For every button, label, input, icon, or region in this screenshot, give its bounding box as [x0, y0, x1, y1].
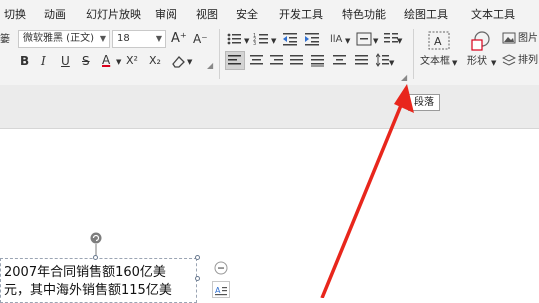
- chevron-down-icon[interactable]: ▼: [397, 33, 402, 49]
- picture-button[interactable]: 图片: [518, 31, 538, 47]
- menu-review[interactable]: 审阅: [155, 6, 177, 22]
- font-size-select[interactable]: 18 ▼: [112, 30, 166, 48]
- shape-button[interactable]: 形状: [467, 54, 487, 70]
- menu-bar: 切换 动画 幻灯片放映 审阅 视图 安全 开发工具 特色功能 绘图工具 文本工具: [0, 0, 539, 28]
- group-divider: [219, 29, 220, 79]
- resize-handle[interactable]: [93, 255, 98, 260]
- font-name-select[interactable]: 微软雅黑 (正文) ▼: [18, 30, 110, 48]
- collapse-icon[interactable]: [214, 261, 228, 275]
- menu-slideshow[interactable]: 幻灯片放映: [86, 6, 141, 22]
- underline-button[interactable]: U: [61, 53, 70, 69]
- distributed-align-icon[interactable]: [311, 54, 325, 67]
- menu-developer[interactable]: 开发工具: [279, 6, 323, 22]
- arrange-icon[interactable]: [502, 54, 516, 67]
- text-direction-icon[interactable]: llA: [329, 31, 345, 47]
- bullet-list-icon[interactable]: [226, 32, 244, 46]
- textbox-icon[interactable]: A: [428, 31, 450, 51]
- svg-text:3: 3: [253, 41, 256, 46]
- textbox-button[interactable]: 文本框: [420, 54, 450, 70]
- chevron-down-icon[interactable]: ▼: [345, 33, 350, 49]
- justify-icon[interactable]: [290, 54, 304, 67]
- grow-font-button[interactable]: A⁺: [171, 31, 187, 47]
- menu-view[interactable]: 视图: [196, 6, 218, 22]
- italic-button[interactable]: I: [41, 53, 46, 69]
- chevron-down-icon[interactable]: ▼: [116, 54, 121, 70]
- menu-drawing-tools[interactable]: 绘图工具: [404, 6, 448, 22]
- ribbon-lower-band: [0, 85, 539, 129]
- group-divider: [413, 29, 414, 79]
- svg-text:A: A: [215, 286, 221, 295]
- decrease-indent-icon[interactable]: [282, 32, 298, 46]
- font-name-value: 微软雅黑 (正文): [23, 33, 94, 44]
- picture-icon[interactable]: [502, 32, 516, 44]
- arrange-button[interactable]: 排列: [518, 53, 538, 69]
- svg-text:llA: llA: [330, 34, 343, 45]
- menu-transitions[interactable]: 切换: [4, 6, 26, 22]
- bold-button[interactable]: B: [20, 53, 29, 69]
- align-left-icon: [228, 55, 241, 65]
- text-line: 元，其中海外销售额115亿美: [4, 283, 172, 298]
- chevron-down-icon: ▼: [155, 34, 162, 43]
- shape-icon[interactable]: [469, 30, 493, 52]
- subscript-button[interactable]: X₂: [149, 53, 161, 69]
- superscript-button[interactable]: X²: [126, 53, 138, 69]
- chevron-down-icon[interactable]: ▼: [452, 55, 457, 71]
- align-left-button[interactable]: [225, 51, 245, 70]
- menu-animation[interactable]: 动画: [44, 6, 66, 22]
- textbox-content[interactable]: 2007年合同销售额160亿美 元，其中海外销售额115亿美: [4, 264, 172, 300]
- shrink-font-button[interactable]: A⁻: [193, 31, 208, 47]
- text-wrap-button[interactable]: A: [212, 281, 230, 298]
- line-spacing-icon[interactable]: [376, 53, 390, 68]
- chevron-down-icon[interactable]: ▼: [187, 54, 192, 70]
- chevron-down-icon: ▼: [99, 34, 106, 43]
- align-text-icon[interactable]: [356, 32, 374, 46]
- numbered-list-icon[interactable]: 1 2 3: [253, 32, 271, 46]
- chevron-down-icon[interactable]: ▼: [389, 55, 394, 71]
- align-right-icon[interactable]: [270, 54, 284, 67]
- menu-special[interactable]: 特色功能: [342, 6, 386, 22]
- chevron-down-icon[interactable]: ▼: [244, 33, 249, 49]
- eraser-icon[interactable]: [171, 54, 187, 68]
- menu-security[interactable]: 安全: [236, 6, 258, 22]
- cut-partial-label[interactable]: 篓: [0, 32, 10, 48]
- vertical-align-icon[interactable]: [333, 54, 347, 67]
- resize-handle[interactable]: [195, 255, 200, 260]
- increase-indent-icon[interactable]: [304, 32, 320, 46]
- font-color-button[interactable]: A: [102, 52, 110, 68]
- chevron-down-icon[interactable]: ▼: [271, 33, 276, 49]
- align-center-icon[interactable]: [250, 54, 264, 67]
- text-wrap-icon: A: [215, 286, 227, 296]
- resize-handle[interactable]: [195, 276, 200, 281]
- text-line: 2007年合同销售额160亿美: [4, 265, 166, 280]
- menu-text-tools[interactable]: 文本工具: [471, 6, 515, 22]
- distribute-icon[interactable]: [355, 54, 369, 67]
- annotation-arrow-icon: [320, 84, 414, 298]
- ribbon: 篓 微软雅黑 (正文) ▼ 18 ▼ A⁺ A⁻ B I U S A ▼ X² …: [0, 27, 539, 85]
- chevron-down-icon[interactable]: ▼: [373, 33, 378, 49]
- svg-text:A: A: [434, 35, 442, 48]
- chevron-down-icon[interactable]: ▼: [491, 55, 496, 71]
- strikethrough-button[interactable]: S: [82, 53, 90, 69]
- font-dialog-launcher-icon[interactable]: ◢: [207, 58, 213, 74]
- font-size-value: 18: [117, 33, 130, 44]
